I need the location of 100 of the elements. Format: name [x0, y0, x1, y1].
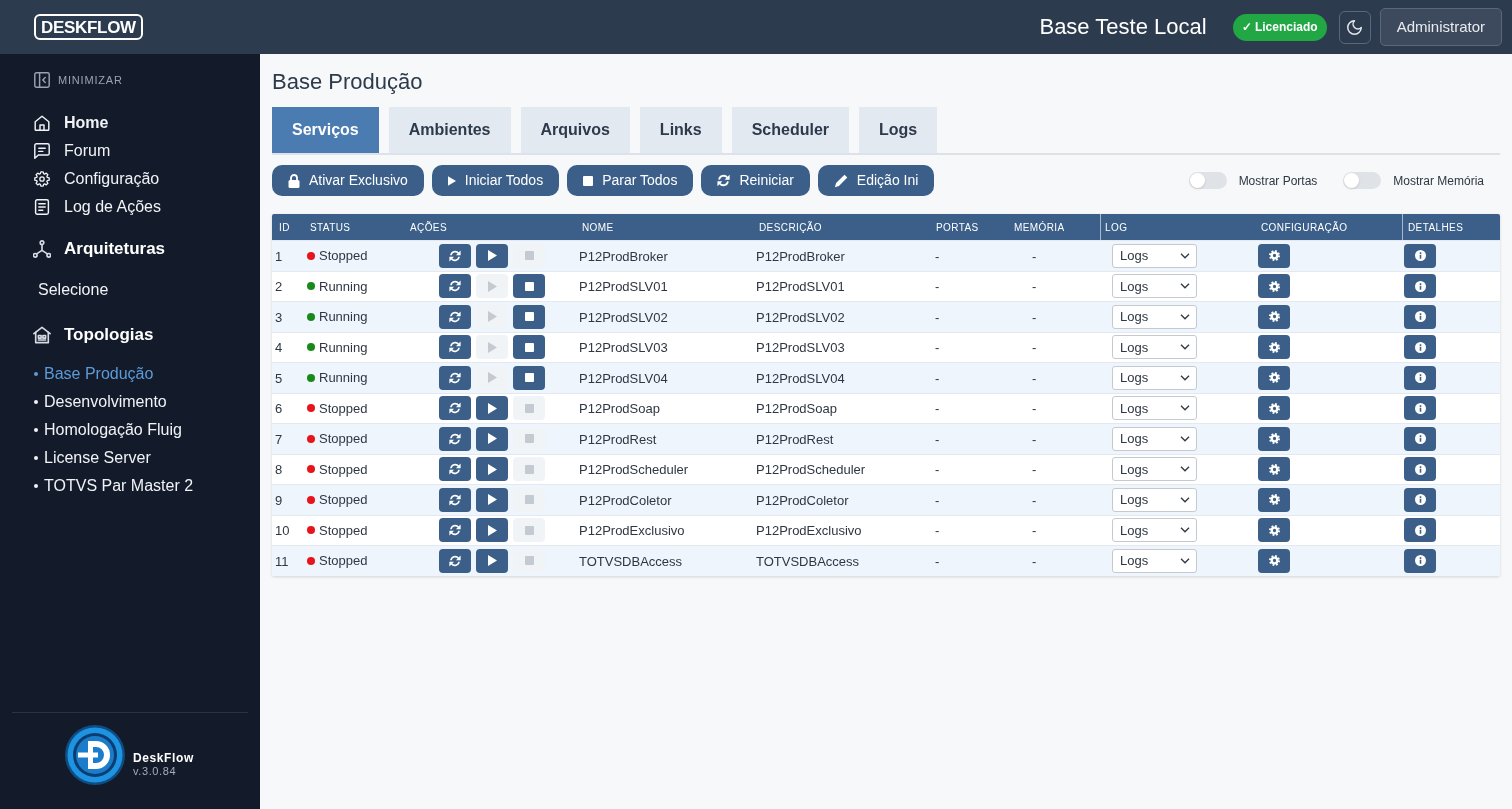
log-select[interactable]: Logs	[1112, 365, 1197, 390]
log-select[interactable]: Logs	[1112, 457, 1197, 482]
log-select[interactable]: Logs	[1112, 304, 1197, 329]
status-text: Stopped	[319, 521, 368, 540]
toggle-switch[interactable]	[1343, 172, 1382, 189]
start-button[interactable]	[476, 304, 508, 329]
topology-link[interactable]: Homologação Fluig	[34, 416, 182, 444]
toolbar-button[interactable]: Reiniciar	[701, 165, 810, 196]
log-select[interactable]: Logs	[1112, 426, 1197, 451]
panel-collapse-icon	[34, 72, 50, 88]
settings-button[interactable]	[1258, 243, 1290, 268]
log-select[interactable]: Logs	[1112, 243, 1197, 268]
settings-button[interactable]	[1258, 396, 1290, 421]
tab[interactable]: Logs	[859, 107, 938, 153]
column-header: DESCRIÇÃO	[759, 220, 823, 235]
settings-button[interactable]	[1258, 304, 1290, 329]
restart-button[interactable]	[439, 548, 471, 573]
ports-value: -	[935, 279, 940, 295]
moon-icon	[1347, 19, 1363, 35]
log-select[interactable]: Logs	[1112, 335, 1197, 360]
tab[interactable]: Serviços	[272, 107, 379, 153]
chevron-down-icon	[1180, 557, 1190, 564]
start-button[interactable]	[476, 548, 508, 573]
details-button[interactable]	[1404, 396, 1436, 421]
details-button[interactable]	[1404, 274, 1436, 299]
tab[interactable]: Links	[639, 107, 722, 153]
restart-button[interactable]	[439, 243, 471, 268]
nav-link[interactable]: Forum	[34, 137, 111, 165]
start-button[interactable]	[476, 335, 508, 360]
restart-button[interactable]	[439, 487, 471, 512]
stop-button[interactable]	[513, 365, 545, 390]
service-description: P12ProdSoap	[756, 401, 837, 417]
start-button[interactable]	[476, 365, 508, 390]
nav-link[interactable]: Log de Ações	[34, 193, 161, 221]
start-button[interactable]	[476, 487, 508, 512]
refresh-icon	[449, 463, 461, 476]
details-button[interactable]	[1404, 304, 1436, 329]
log-select[interactable]: Logs	[1112, 518, 1197, 543]
details-button[interactable]	[1404, 457, 1436, 482]
details-button[interactable]	[1404, 518, 1436, 543]
stop-button[interactable]	[513, 335, 545, 360]
architecture-select[interactable]: Selecione	[38, 278, 109, 302]
settings-button[interactable]	[1258, 487, 1290, 512]
toggle-switch[interactable]	[1188, 172, 1227, 189]
tab[interactable]: Arquivos	[520, 107, 630, 153]
start-button[interactable]	[476, 518, 508, 543]
settings-button[interactable]	[1258, 365, 1290, 390]
start-button[interactable]	[476, 457, 508, 482]
topology-link[interactable]: License Server	[34, 444, 151, 472]
settings-button[interactable]	[1258, 274, 1290, 299]
nav-link[interactable]: Home	[34, 109, 109, 137]
topology-link[interactable]: TOTVS Par Master 2	[34, 472, 194, 500]
log-select[interactable]: Logs	[1112, 274, 1197, 299]
log-select[interactable]: Logs	[1112, 548, 1197, 573]
details-button[interactable]	[1404, 548, 1436, 573]
chevron-down-icon	[1180, 435, 1190, 442]
toolbar-button[interactable]: Parar Todos	[567, 165, 694, 196]
settings-button[interactable]	[1258, 548, 1290, 573]
restart-button[interactable]	[439, 274, 471, 299]
toolbar-button[interactable]: Ativar Exclusivo	[272, 165, 424, 196]
details-button[interactable]	[1404, 487, 1436, 512]
start-button[interactable]	[476, 274, 508, 299]
user-button[interactable]: Administrator	[1379, 8, 1502, 46]
stop-icon	[524, 556, 534, 566]
start-button[interactable]	[476, 243, 508, 268]
restart-button[interactable]	[439, 304, 471, 329]
stop-button[interactable]	[513, 304, 545, 329]
details-button[interactable]	[1404, 365, 1436, 390]
settings-button[interactable]	[1258, 335, 1290, 360]
memory-value: -	[1032, 279, 1037, 295]
tab[interactable]: Scheduler	[731, 107, 849, 153]
settings-button[interactable]	[1258, 457, 1290, 482]
settings-button[interactable]	[1258, 426, 1290, 451]
service-name: P12ProdSLV01	[579, 279, 668, 295]
ports-value: -	[935, 553, 940, 569]
minimize-button[interactable]: MINIMIZAR	[34, 73, 123, 87]
log-select[interactable]: Logs	[1112, 396, 1197, 421]
theme-toggle-button[interactable]	[1338, 10, 1371, 44]
restart-button[interactable]	[439, 518, 471, 543]
toolbar-button[interactable]: Edição Ini	[817, 165, 935, 196]
nav-link[interactable]: Configuração	[34, 165, 160, 193]
play-icon	[487, 311, 497, 323]
details-button[interactable]	[1404, 426, 1436, 451]
settings-button[interactable]	[1258, 518, 1290, 543]
details-button[interactable]	[1404, 243, 1436, 268]
restart-button[interactable]	[439, 426, 471, 451]
log-select[interactable]: Logs	[1112, 487, 1197, 512]
memory-value: -	[1032, 401, 1037, 417]
restart-button[interactable]	[439, 335, 471, 360]
start-button[interactable]	[476, 426, 508, 451]
topology-link[interactable]: Desenvolvimento	[34, 388, 167, 416]
tab[interactable]: Ambientes	[388, 107, 511, 153]
restart-button[interactable]	[439, 457, 471, 482]
restart-button[interactable]	[439, 365, 471, 390]
topology-link[interactable]: Base Produção	[34, 360, 154, 388]
restart-button[interactable]	[439, 396, 471, 421]
details-button[interactable]	[1404, 335, 1436, 360]
toolbar-button[interactable]: Iniciar Todos	[431, 165, 560, 196]
stop-button[interactable]	[513, 274, 545, 299]
start-button[interactable]	[476, 396, 508, 421]
